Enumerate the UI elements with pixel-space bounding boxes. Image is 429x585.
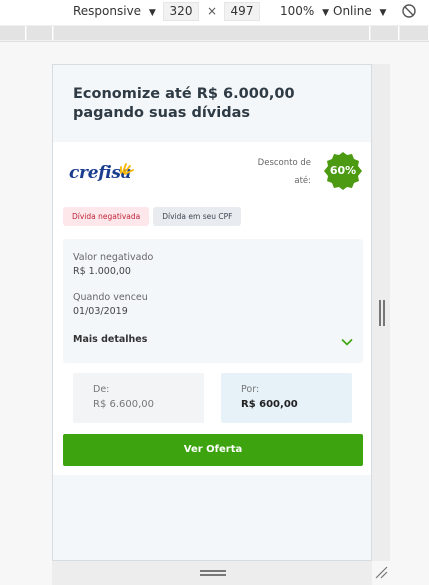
device-toolbar: Responsive ▼ 320 × 497 100% ▼ Online ▼ bbox=[0, 0, 429, 24]
media-query-ruler[interactable] bbox=[0, 25, 429, 42]
rotate-icon[interactable] bbox=[401, 3, 417, 19]
height-input[interactable]: 497 bbox=[224, 2, 260, 21]
width-input[interactable]: 320 bbox=[163, 2, 199, 21]
ruler-segment[interactable] bbox=[371, 26, 399, 40]
ruler-segment[interactable] bbox=[27, 26, 53, 40]
discount-value: 60% bbox=[329, 164, 357, 177]
network-label: Online bbox=[333, 4, 372, 18]
resize-handle-bottom[interactable] bbox=[200, 569, 226, 577]
network-select[interactable]: Online ▼ bbox=[333, 4, 386, 18]
creditor-logo: crefisa bbox=[69, 159, 139, 185]
discount-badge: 60% bbox=[324, 152, 362, 190]
price-from-label: De: bbox=[93, 384, 110, 395]
sun-rays-icon bbox=[120, 163, 134, 175]
ruler-segment[interactable] bbox=[54, 26, 370, 40]
chevron-down-icon[interactable] bbox=[341, 338, 353, 346]
price-to-label: Por: bbox=[241, 384, 260, 395]
offer-headline: Economize até R$ 6.000,00 pagando suas d… bbox=[73, 86, 295, 121]
tag-cpf: Dívida em seu CPF bbox=[153, 207, 242, 226]
price-to-box: Por: R$ 600,00 bbox=[221, 373, 352, 423]
chevron-down-icon: ▼ bbox=[322, 8, 330, 18]
due-value: 01/03/2019 bbox=[73, 306, 128, 317]
zoom-label: 100% bbox=[280, 4, 315, 18]
zoom-select[interactable]: 100% ▼ bbox=[280, 4, 329, 18]
negotiated-value: R$ 1.000,00 bbox=[73, 266, 131, 277]
ruler-segment[interactable] bbox=[400, 26, 429, 40]
offer-card: crefisa Desconto de até: 60% Dívida nega… bbox=[53, 142, 371, 475]
price-from-box: De: R$ 6.600,00 bbox=[73, 373, 204, 423]
device-select[interactable]: Responsive ▼ bbox=[73, 4, 156, 18]
more-details-toggle[interactable]: Mais detalhes bbox=[73, 334, 147, 345]
ruler-segment[interactable] bbox=[0, 26, 26, 40]
view-offer-button[interactable]: Ver Oferta bbox=[63, 434, 363, 466]
emulated-viewport: Economize até R$ 6.000,00 pagando suas d… bbox=[52, 64, 372, 561]
chevron-down-icon: ▼ bbox=[379, 8, 387, 18]
debt-tags: Dívida negativada Dívida em seu CPF bbox=[63, 207, 242, 226]
negotiated-label: Valor negativado bbox=[73, 252, 154, 263]
price-from-value: R$ 6.600,00 bbox=[93, 399, 155, 410]
resize-corner-icon[interactable] bbox=[374, 565, 388, 579]
resize-handle-right[interactable] bbox=[378, 300, 386, 326]
due-label: Quando venceu bbox=[73, 292, 148, 303]
price-to-value: R$ 600,00 bbox=[241, 399, 298, 410]
chevron-down-icon: ▼ bbox=[148, 8, 156, 18]
discount-label: Desconto de até: bbox=[257, 158, 311, 186]
debt-details: Valor negativado R$ 1.000,00 Quando venc… bbox=[63, 239, 363, 363]
device-label: Responsive bbox=[73, 4, 142, 18]
offer-header: Economize até R$ 6.000,00 pagando suas d… bbox=[53, 65, 371, 142]
dimension-separator: × bbox=[207, 4, 218, 18]
tag-negativada: Dívida negativada bbox=[63, 207, 150, 226]
